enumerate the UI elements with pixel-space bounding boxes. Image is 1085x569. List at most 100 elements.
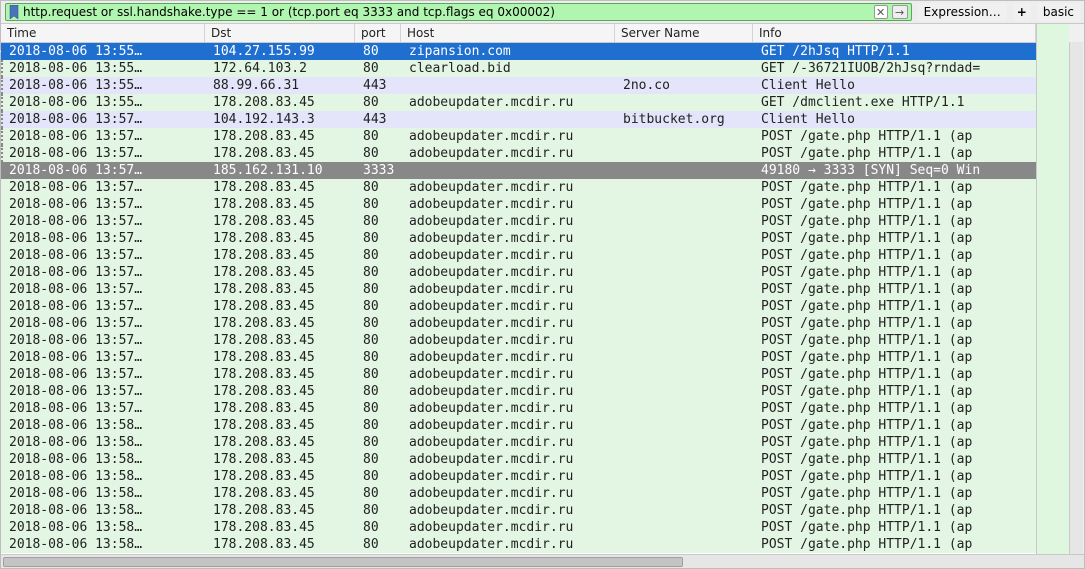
- cell-time: 2018-08-06 13:57…: [3, 366, 207, 383]
- packet-row[interactable]: 2018-08-06 13:58…178.208.83.4580adobeupd…: [1, 536, 1036, 553]
- cell-info: GET /-36721IUOB/2hJsq?rndad=: [755, 60, 1036, 77]
- packet-row[interactable]: 2018-08-06 13:57…178.208.83.4580adobeupd…: [1, 349, 1036, 366]
- cell-time: 2018-08-06 13:57…: [3, 264, 207, 281]
- packet-row[interactable]: 2018-08-06 13:55…178.208.83.4580adobeupd…: [1, 94, 1036, 111]
- cell-dst: 104.192.143.3: [207, 111, 357, 128]
- packet-row[interactable]: 2018-08-06 13:57…178.208.83.4580adobeupd…: [1, 366, 1036, 383]
- cell-time: 2018-08-06 13:55…: [3, 94, 207, 111]
- column-header-info[interactable]: Info: [753, 24, 1036, 42]
- packet-row[interactable]: 2018-08-06 13:58…178.208.83.4580adobeupd…: [1, 485, 1036, 502]
- cell-host: adobeupdater.mcdir.ru: [403, 128, 617, 145]
- cell-port: 80: [357, 485, 403, 502]
- packet-row[interactable]: 2018-08-06 13:57…178.208.83.4580adobeupd…: [1, 298, 1036, 315]
- packet-row[interactable]: 2018-08-06 13:57…178.208.83.4580adobeupd…: [1, 179, 1036, 196]
- cell-info: POST /gate.php HTTP/1.1 (ap: [755, 213, 1036, 230]
- packet-row[interactable]: 2018-08-06 13:55…88.99.66.314432no.coCli…: [1, 77, 1036, 94]
- cell-server: bitbucket.org: [617, 111, 755, 128]
- cell-dst: 178.208.83.45: [207, 247, 357, 264]
- expression-button[interactable]: Expression…: [918, 3, 1007, 21]
- cell-host: [403, 111, 617, 128]
- packet-row[interactable]: 2018-08-06 13:57…185.162.131.10333349180…: [1, 162, 1036, 179]
- packet-row[interactable]: 2018-08-06 13:57…178.208.83.4580adobeupd…: [1, 281, 1036, 298]
- cell-server: [617, 213, 755, 230]
- clear-filter-icon[interactable]: ✕: [874, 5, 888, 19]
- cell-port: 80: [357, 281, 403, 298]
- packet-row[interactable]: 2018-08-06 13:57…178.208.83.4580adobeupd…: [1, 196, 1036, 213]
- horizontal-scrollbar[interactable]: [1, 554, 1084, 568]
- cell-host: adobeupdater.mcdir.ru: [403, 281, 617, 298]
- cell-dst: 178.208.83.45: [207, 145, 357, 162]
- display-filter-input[interactable]: [23, 5, 870, 19]
- packet-row[interactable]: 2018-08-06 13:57…178.208.83.4580adobeupd…: [1, 315, 1036, 332]
- cell-info: Client Hello: [755, 111, 1036, 128]
- packet-row[interactable]: 2018-08-06 13:57…178.208.83.4580adobeupd…: [1, 332, 1036, 349]
- packet-row[interactable]: 2018-08-06 13:57…104.192.143.3443bitbuck…: [1, 111, 1036, 128]
- cell-server: [617, 196, 755, 213]
- cell-host: [403, 77, 617, 94]
- packet-row[interactable]: 2018-08-06 13:58…178.208.83.4580adobeupd…: [1, 434, 1036, 451]
- cell-server: [617, 468, 755, 485]
- packet-row[interactable]: 2018-08-06 13:57…178.208.83.4580adobeupd…: [1, 247, 1036, 264]
- cell-host: adobeupdater.mcdir.ru: [403, 519, 617, 536]
- packet-row[interactable]: 2018-08-06 13:58…178.208.83.4580adobeupd…: [1, 519, 1036, 536]
- cell-info: POST /gate.php HTTP/1.1 (ap: [755, 485, 1036, 502]
- cell-port: 80: [357, 366, 403, 383]
- cell-port: 80: [357, 179, 403, 196]
- cell-time: 2018-08-06 13:57…: [3, 128, 207, 145]
- cell-time: 2018-08-06 13:57…: [3, 383, 207, 400]
- cell-dst: 178.208.83.45: [207, 315, 357, 332]
- packet-row[interactable]: 2018-08-06 13:57…178.208.83.4580adobeupd…: [1, 383, 1036, 400]
- packet-row[interactable]: 2018-08-06 13:57…178.208.83.4580adobeupd…: [1, 400, 1036, 417]
- cell-time: 2018-08-06 13:57…: [3, 298, 207, 315]
- cell-port: 80: [357, 230, 403, 247]
- add-filter-button[interactable]: +: [1013, 3, 1031, 21]
- bookmark-icon[interactable]: [9, 5, 19, 19]
- cell-info: POST /gate.php HTTP/1.1 (ap: [755, 298, 1036, 315]
- packet-row[interactable]: 2018-08-06 13:55…172.64.103.280clearload…: [1, 60, 1036, 77]
- cell-time: 2018-08-06 13:57…: [3, 349, 207, 366]
- column-header-port[interactable]: port: [355, 24, 401, 42]
- cell-dst: 178.208.83.45: [207, 383, 357, 400]
- intelligent-scrollbar[interactable]: [1036, 24, 1084, 554]
- cell-server: [617, 519, 755, 536]
- cell-host: zipansion.com: [403, 43, 617, 60]
- cell-time: 2018-08-06 13:57…: [3, 213, 207, 230]
- column-header-server[interactable]: Server Name: [615, 24, 753, 42]
- packet-row[interactable]: 2018-08-06 13:58…178.208.83.4580adobeupd…: [1, 417, 1036, 434]
- column-header-host[interactable]: Host: [401, 24, 615, 42]
- cell-port: 80: [357, 502, 403, 519]
- packet-row[interactable]: 2018-08-06 13:57…178.208.83.4580adobeupd…: [1, 145, 1036, 162]
- cell-port: 443: [357, 77, 403, 94]
- packet-row[interactable]: 2018-08-06 13:55…104.27.155.9980zipansio…: [1, 43, 1036, 60]
- cell-dst: 104.27.155.99: [207, 43, 357, 60]
- cell-port: 80: [357, 145, 403, 162]
- packet-row[interactable]: 2018-08-06 13:57…178.208.83.4580adobeupd…: [1, 213, 1036, 230]
- cell-time: 2018-08-06 13:57…: [3, 315, 207, 332]
- packet-row[interactable]: 2018-08-06 13:57…178.208.83.4580adobeupd…: [1, 128, 1036, 145]
- cell-info: POST /gate.php HTTP/1.1 (ap: [755, 264, 1036, 281]
- cell-info: POST /gate.php HTTP/1.1 (ap: [755, 179, 1036, 196]
- packet-row[interactable]: 2018-08-06 13:57…178.208.83.4580adobeupd…: [1, 230, 1036, 247]
- column-header-dst[interactable]: Dst: [205, 24, 355, 42]
- cell-host: clearload.bid: [403, 60, 617, 77]
- cell-time: 2018-08-06 13:58…: [3, 536, 207, 553]
- horizontal-scrollbar-thumb[interactable]: [3, 557, 683, 567]
- cell-dst: 178.208.83.45: [207, 349, 357, 366]
- cell-server: [617, 366, 755, 383]
- display-filter-wrap: ✕ →: [5, 3, 912, 21]
- packet-row[interactable]: 2018-08-06 13:58…178.208.83.4580adobeupd…: [1, 451, 1036, 468]
- cell-info: POST /gate.php HTTP/1.1 (ap: [755, 196, 1036, 213]
- packet-row[interactable]: 2018-08-06 13:57…178.208.83.4580adobeupd…: [1, 264, 1036, 281]
- cell-time: 2018-08-06 13:57…: [3, 332, 207, 349]
- cell-dst: 178.208.83.45: [207, 536, 357, 553]
- packet-row[interactable]: 2018-08-06 13:58…178.208.83.4580adobeupd…: [1, 502, 1036, 519]
- column-header-time[interactable]: Time: [1, 24, 205, 42]
- cell-info: GET /2hJsq HTTP/1.1: [755, 43, 1036, 60]
- packet-row[interactable]: 2018-08-06 13:58…178.208.83.4580adobeupd…: [1, 468, 1036, 485]
- cell-time: 2018-08-06 13:58…: [3, 434, 207, 451]
- apply-filter-icon[interactable]: →: [892, 5, 908, 19]
- cell-info: POST /gate.php HTTP/1.1 (ap: [755, 502, 1036, 519]
- basic-filter-button[interactable]: basic: [1037, 3, 1080, 21]
- vertical-scrollbar-track[interactable]: [1069, 42, 1083, 554]
- packet-list-pane[interactable]: Time Dst port Host Server Name Info 2018…: [1, 24, 1036, 554]
